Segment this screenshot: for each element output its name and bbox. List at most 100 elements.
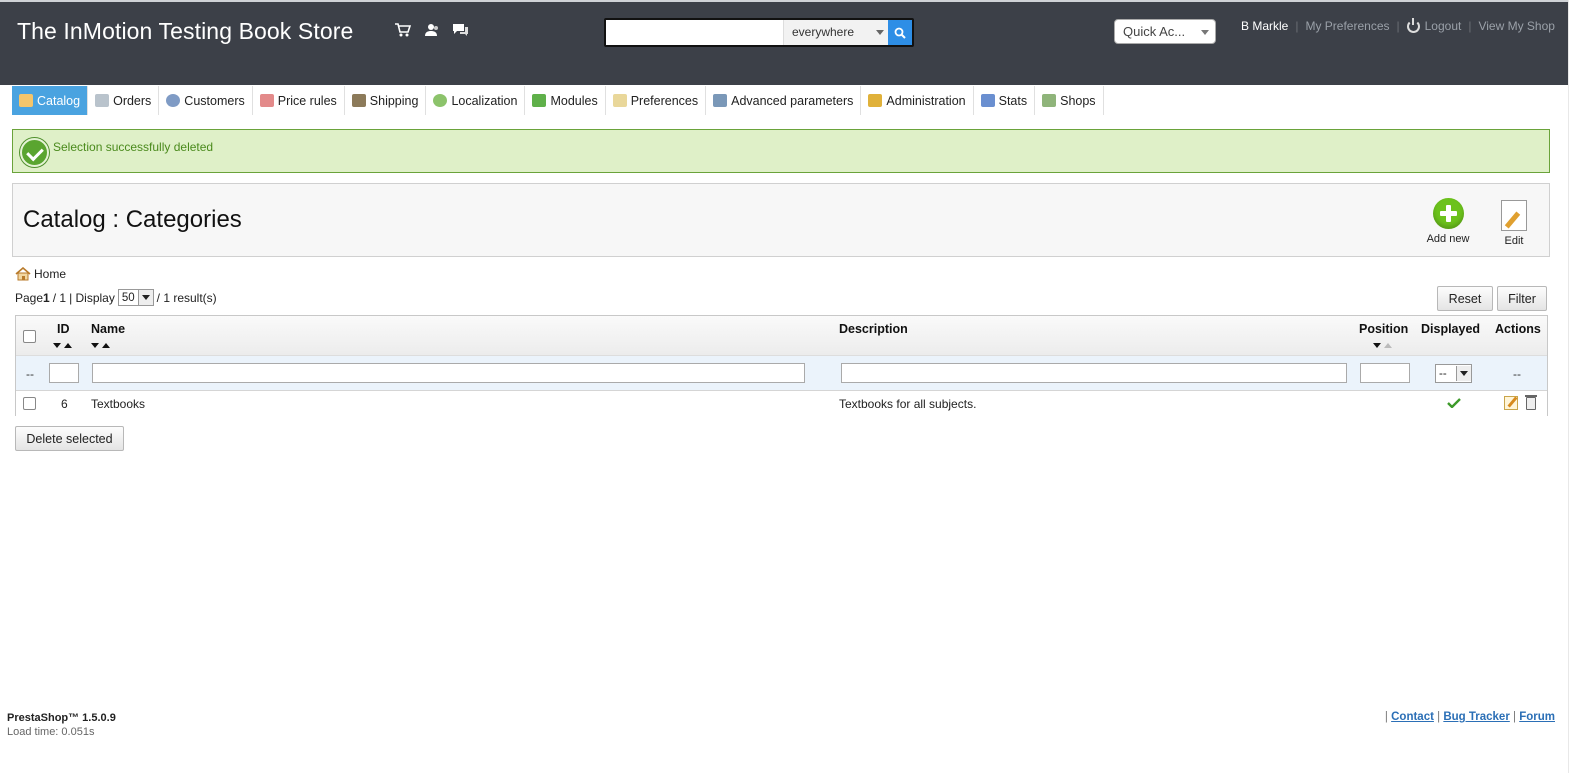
display-label: | Display — [69, 290, 115, 305]
search-button[interactable] — [888, 20, 912, 45]
filter-dash: -- — [1513, 367, 1521, 381]
customer-icon — [166, 94, 181, 107]
page-current: 1 — [43, 290, 50, 305]
chevron-down-icon — [137, 290, 153, 305]
header-icons — [394, 22, 469, 38]
check-icon — [20, 138, 49, 167]
preferences-icon — [612, 94, 627, 107]
chevron-down-icon — [876, 30, 885, 35]
col-name: Name — [91, 322, 126, 336]
page-title: Catalog : Categories — [23, 206, 242, 233]
filter-id-input[interactable] — [49, 363, 79, 383]
customers-icon[interactable] — [423, 22, 440, 38]
filter-row: -- -- -- — [16, 356, 1547, 391]
contact-link[interactable]: Contact — [1391, 711, 1434, 723]
filter-displayed-select[interactable]: -- — [1435, 364, 1472, 383]
separator: | — [1384, 711, 1388, 723]
pagination: Page 1 / 1 | Display 50 / 1 result(s) — [15, 289, 217, 306]
table-row[interactable]: 6 Textbooks Textbooks for all subjects. — [16, 391, 1547, 416]
row-name[interactable]: Textbooks — [91, 397, 145, 411]
sort-asc-icon[interactable] — [102, 343, 110, 348]
home-icon — [15, 267, 31, 281]
search-input[interactable] — [606, 20, 783, 45]
col-description: Description — [839, 322, 908, 336]
per-page-select[interactable]: 50 — [117, 289, 154, 306]
tab-customers[interactable]: Customers — [159, 86, 253, 115]
sort-asc-icon[interactable] — [64, 343, 72, 348]
edit-button[interactable]: Edit — [1499, 198, 1529, 247]
edit-row-icon[interactable] — [1504, 396, 1518, 410]
chevron-down-icon — [1456, 366, 1471, 381]
quick-access-label: Quick Ac... — [1123, 24, 1186, 39]
vertical-scrollbar[interactable] — [1568, 0, 1583, 773]
tab-administration[interactable]: Administration — [861, 86, 974, 115]
search-scope-select[interactable]: everywhere — [783, 20, 889, 45]
separator: | — [1513, 711, 1517, 723]
add-new-label: Add new — [1426, 233, 1470, 245]
page-total: / 1 — [52, 290, 67, 305]
tab-price-rules[interactable]: Price rules — [252, 86, 345, 115]
price-rules-icon — [259, 94, 274, 107]
filter-position-input[interactable] — [1360, 363, 1410, 383]
power-icon — [1406, 17, 1420, 33]
row-checkbox[interactable] — [23, 397, 36, 410]
view-shop-link[interactable]: View My Shop — [1478, 19, 1554, 33]
sort-desc-icon[interactable] — [1373, 343, 1381, 348]
tab-localization[interactable]: Localization — [426, 86, 526, 115]
delete-row-icon[interactable] — [1525, 395, 1537, 410]
forum-link[interactable]: Forum — [1519, 711, 1555, 723]
per-page-value: 50 — [121, 291, 135, 304]
version-label: PrestaShop™ 1.5.0.9 — [7, 712, 116, 724]
search-scope-label: everywhere — [792, 25, 855, 39]
sort-desc-icon[interactable] — [91, 343, 99, 348]
user-links: B Markle | My Preferences | Logout | Vie… — [1241, 17, 1555, 33]
row-id: 6 — [61, 397, 68, 411]
employee-name: B Markle — [1241, 19, 1289, 33]
delete-selected-button[interactable]: Delete selected — [15, 426, 124, 451]
add-icon — [1432, 198, 1464, 229]
reset-button[interactable]: Reset — [1437, 286, 1493, 311]
cart-icon[interactable] — [394, 22, 412, 38]
chevron-down-icon — [1201, 30, 1209, 35]
tab-stats[interactable]: Stats — [973, 86, 1036, 115]
separator: | — [1437, 711, 1441, 723]
separator: | — [1396, 19, 1400, 33]
admin-header: The InMotion Testing Book Store everywhe… — [0, 0, 1568, 85]
truck-icon — [351, 94, 366, 107]
enabled-check-icon[interactable] — [1447, 398, 1461, 408]
filter-name-input[interactable] — [92, 363, 805, 383]
filter-button[interactable]: Filter — [1497, 286, 1547, 311]
quick-access-select[interactable]: Quick Ac... — [1114, 19, 1216, 44]
tab-preferences[interactable]: Preferences — [605, 86, 707, 115]
tab-shipping[interactable]: Shipping — [344, 86, 427, 115]
select-all-checkbox[interactable] — [23, 330, 36, 343]
search-bar: everywhere — [604, 18, 914, 47]
tab-orders[interactable]: Orders — [88, 86, 160, 115]
tab-modules[interactable]: Modules — [525, 86, 606, 115]
filter-description-input[interactable] — [841, 363, 1347, 383]
logout-link[interactable]: Logout — [1425, 19, 1462, 33]
separator: | — [1295, 19, 1299, 33]
categories-table: ID Name Description Position Displayed A… — [15, 315, 1548, 416]
tab-catalog[interactable]: Catalog — [12, 86, 89, 115]
success-alert: Selection successfully deleted — [12, 129, 1550, 173]
tab-advanced-parameters[interactable]: Advanced parameters — [706, 86, 862, 115]
col-actions: Actions — [1495, 322, 1541, 336]
breadcrumb: Home — [15, 267, 66, 281]
shop-name[interactable]: The InMotion Testing Book Store — [17, 18, 353, 45]
sort-asc-icon[interactable] — [1384, 343, 1392, 348]
success-message: Selection successfully deleted — [53, 140, 214, 154]
key-icon — [868, 94, 883, 107]
id-sort — [53, 343, 72, 348]
sort-desc-icon[interactable] — [53, 343, 61, 348]
wrench-icon — [713, 94, 728, 107]
tab-shops[interactable]: Shops — [1035, 86, 1104, 115]
col-position: Position — [1359, 322, 1409, 336]
my-preferences-link[interactable]: My Preferences — [1305, 19, 1389, 33]
add-new-button[interactable]: Add new — [1423, 198, 1473, 245]
shop-icon — [1042, 94, 1057, 107]
messages-icon[interactable] — [452, 22, 469, 38]
breadcrumb-home[interactable]: Home — [34, 267, 66, 281]
bug-tracker-link[interactable]: Bug Tracker — [1443, 711, 1509, 723]
globe-icon — [433, 94, 448, 107]
